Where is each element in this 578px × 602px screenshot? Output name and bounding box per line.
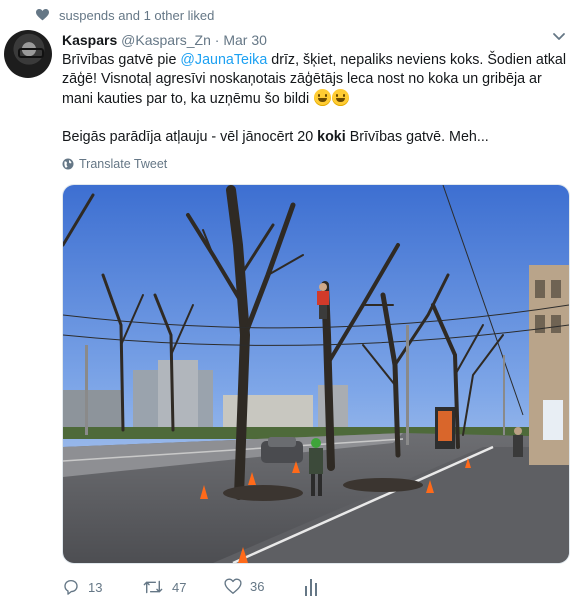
tweet-paragraph-2: Beigās parādīja atļauju - vēl jānocērt 2… — [62, 128, 570, 147]
chevron-down-icon[interactable] — [552, 32, 566, 42]
retweet-button[interactable]: 47 — [142, 578, 186, 596]
mention-link[interactable]: @JaunaTeika — [180, 52, 267, 68]
retweet-icon — [143, 580, 163, 594]
globe-icon — [62, 158, 74, 170]
tweet-photo[interactable] — [62, 184, 570, 564]
social-context: suspends and 1 other liked — [36, 6, 214, 24]
translate-tweet-link[interactable]: Translate Tweet — [62, 157, 167, 171]
paragraph-spacer — [62, 109, 570, 128]
text-segment: Brīvības gatvē. Meh... — [345, 129, 489, 145]
tweet-paragraph-1: Brīvības gatvē pie @JaunaTeika drīz, šķi… — [62, 51, 570, 109]
tweet-text: Brīvības gatvē pie @JaunaTeika drīz, šķi… — [62, 51, 570, 147]
like-button[interactable]: 36 — [224, 578, 264, 595]
tweet-date[interactable]: Mar 30 — [223, 32, 267, 48]
author-handle[interactable]: @Kaspars_Zn — [121, 32, 211, 48]
liked-by-text[interactable]: suspends and 1 other liked — [59, 8, 214, 23]
heart-icon — [36, 9, 49, 21]
bold-keyword: koki — [317, 129, 346, 145]
street-photo — [63, 185, 569, 563]
like-count: 36 — [250, 579, 265, 594]
avatar[interactable] — [4, 30, 52, 78]
grinning-emoji-icon — [332, 89, 350, 106]
translate-label: Translate Tweet — [79, 157, 168, 171]
grinning-emoji-icon — [314, 89, 332, 106]
reply-count: 13 — [88, 579, 103, 595]
analytics-icon — [305, 579, 317, 596]
text-segment: Beigās parādīja atļauju - vēl jānocērt 2… — [62, 129, 318, 145]
header-separator: · — [214, 32, 220, 48]
text-segment: Brīvības gatvē pie — [62, 52, 181, 68]
retweet-count: 47 — [172, 579, 187, 595]
reply-button[interactable]: 13 — [62, 578, 102, 596]
analytics-button[interactable] — [304, 578, 318, 596]
tweet-header: Kaspars @Kaspars_Zn · Mar 30 — [62, 31, 267, 49]
reply-icon — [64, 579, 78, 595]
author-name[interactable]: Kaspars — [62, 32, 117, 48]
heart-outline-icon — [224, 578, 242, 594]
